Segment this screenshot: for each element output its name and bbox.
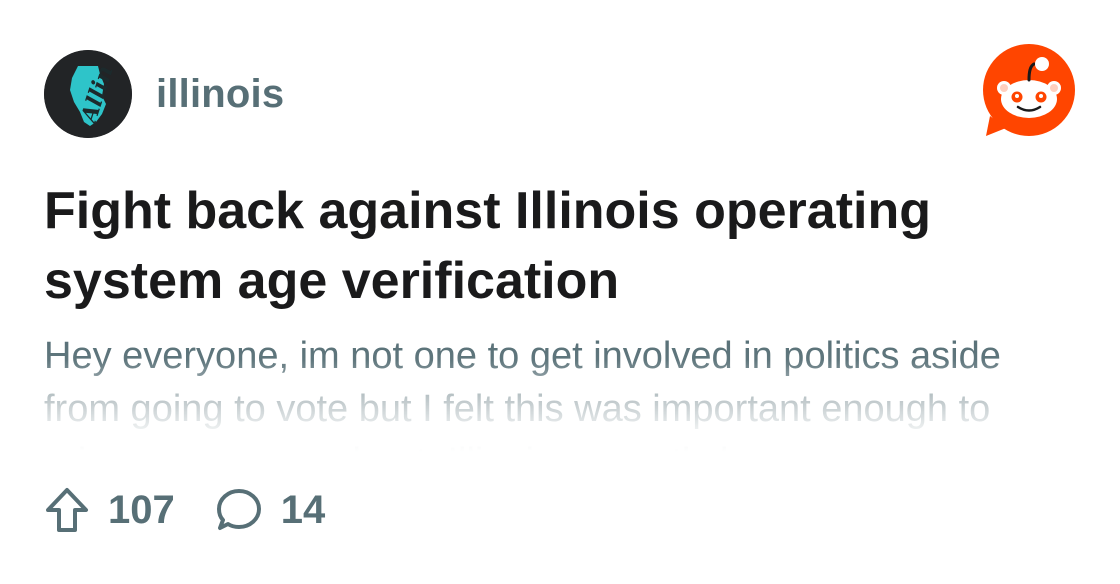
reddit-snoo-icon xyxy=(983,44,1075,136)
post-title[interactable]: Fight back against Illinois operating sy… xyxy=(44,176,1054,316)
post-card[interactable]: Allin illinois Fight back against Illino… xyxy=(0,0,1120,584)
post-header: Allin illinois xyxy=(44,50,284,138)
subreddit-avatar[interactable]: Allin xyxy=(44,50,132,138)
illinois-state-icon: Allin xyxy=(44,50,132,138)
post-footer: 107 14 xyxy=(44,486,365,534)
upvote-arrow-icon[interactable] xyxy=(44,486,90,534)
comments-control[interactable]: 14 xyxy=(215,486,326,534)
subreddit-name[interactable]: illinois xyxy=(156,72,284,117)
post-body: Hey everyone, im not one to get involved… xyxy=(44,330,1074,456)
comment-bubble-icon[interactable] xyxy=(215,486,263,534)
upvote-count: 107 xyxy=(108,487,175,532)
comment-count: 14 xyxy=(280,487,326,532)
post-body-text: Hey everyone, im not one to get involved… xyxy=(44,335,1001,456)
upvote-control[interactable]: 107 xyxy=(44,486,175,534)
